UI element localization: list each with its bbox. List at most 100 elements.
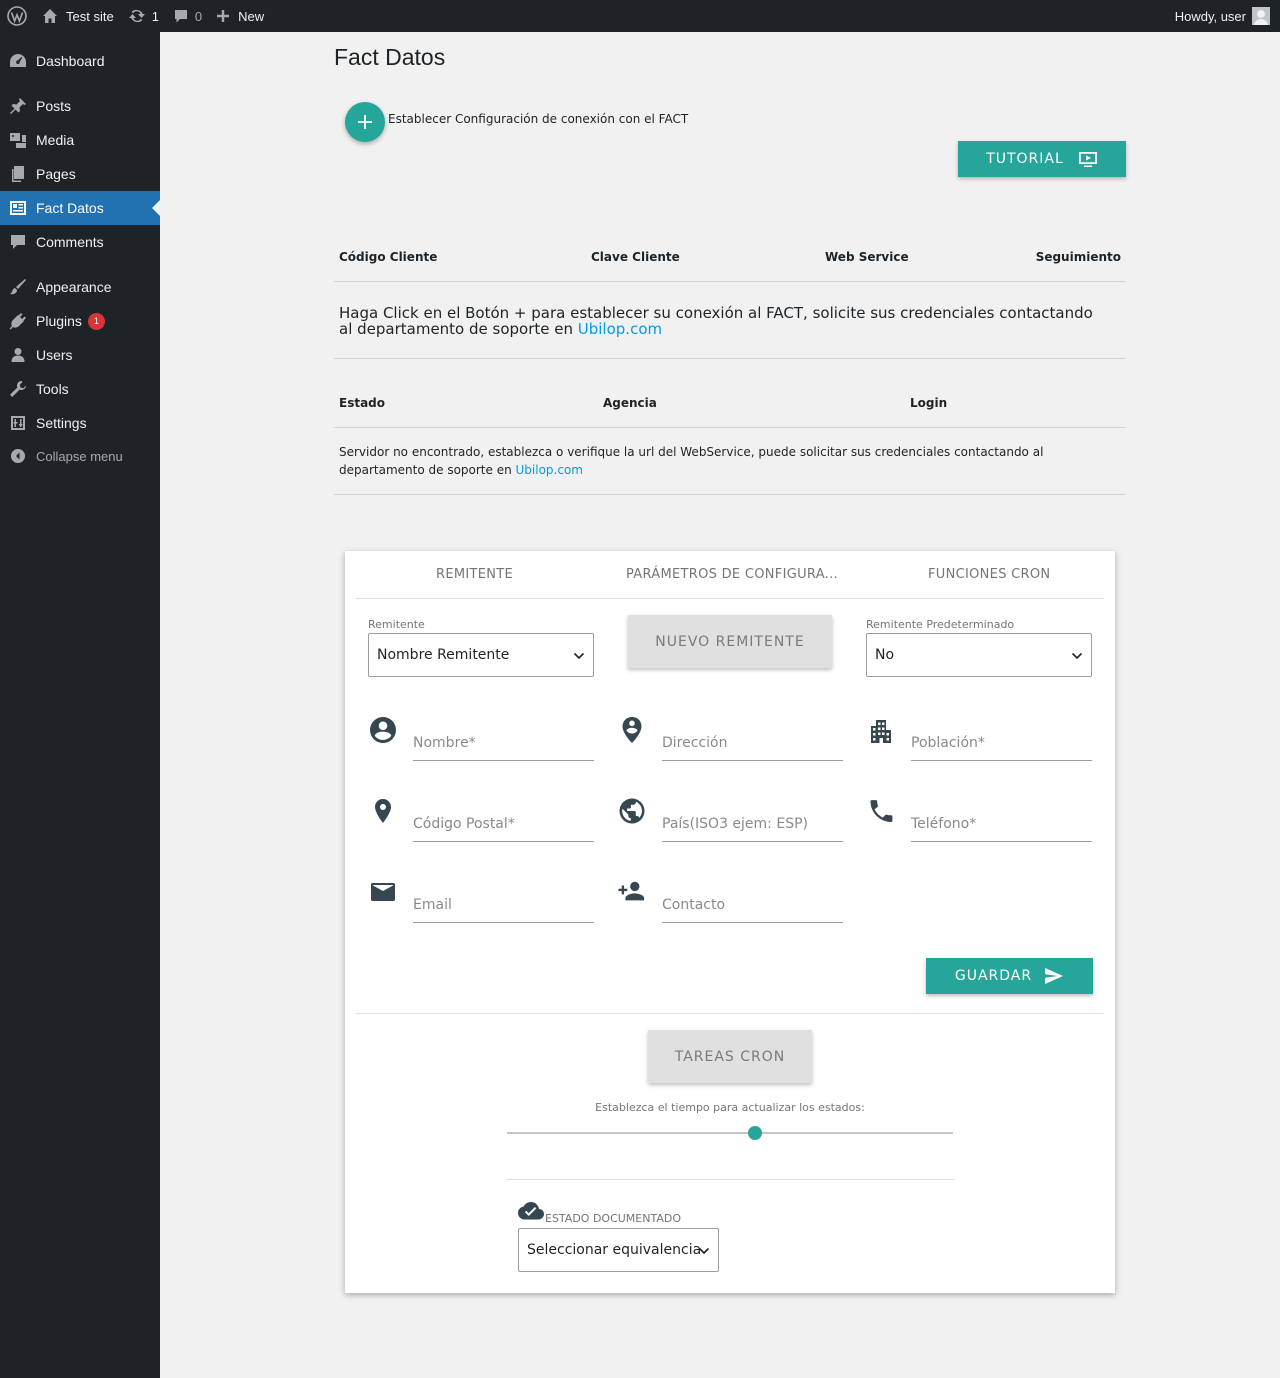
column-header: Login — [910, 396, 948, 410]
update-interval-slider[interactable] — [507, 1126, 953, 1140]
email-input[interactable] — [413, 887, 594, 913]
person-add-icon — [618, 878, 646, 906]
wordpress-logo-icon[interactable] — [0, 0, 35, 32]
sidebar-item-label: Tools — [36, 381, 69, 397]
section-divider — [356, 1013, 1104, 1014]
column-header: Agencia — [603, 396, 657, 410]
sidebar-item-posts[interactable]: Posts — [0, 89, 160, 123]
person-pin-icon — [618, 716, 646, 744]
new-content-link[interactable]: New — [209, 0, 271, 32]
howdy-text: Howdy, user — [1174, 8, 1246, 24]
globe-icon — [618, 797, 646, 825]
sidebar-item-label: Media — [36, 132, 75, 148]
contacto-field[interactable] — [662, 887, 843, 923]
codigo-postal-field[interactable] — [413, 806, 594, 842]
add-connection-button[interactable] — [345, 102, 385, 142]
sidebar-item-media[interactable]: Media — [0, 123, 160, 157]
telefono-input[interactable] — [911, 806, 1092, 832]
sidebar-item-fact-datos[interactable]: Fact Datos — [0, 191, 160, 225]
dashboard-icon — [0, 52, 36, 70]
estado-documentado-label: ESTADO DOCUMENTADO — [545, 1212, 681, 1225]
pais-field[interactable] — [662, 806, 843, 842]
codigo-postal-input[interactable] — [413, 806, 594, 832]
slider-divider — [506, 1179, 954, 1180]
slider-label: Establezca el tiempo para actualizar los… — [595, 1101, 865, 1114]
remitente-label: Remitente — [368, 618, 425, 631]
media-icon — [0, 131, 36, 149]
remitente-select[interactable]: Nombre Remitente — [368, 633, 594, 677]
plugins-update-badge: 1 — [87, 312, 105, 330]
server-message-text: Servidor no encontrado, establezca o ver… — [339, 445, 1044, 477]
sidebar-item-label: Posts — [36, 98, 72, 114]
comments-link[interactable]: 0 — [166, 0, 209, 32]
sidebar-item-tools[interactable]: Tools — [0, 372, 160, 406]
pages-icon — [0, 165, 36, 183]
sidebar-item-plugins[interactable]: Plugins 1 — [0, 304, 160, 338]
comment-icon — [0, 233, 36, 251]
telefono-field[interactable] — [911, 806, 1092, 842]
tab-parametros[interactable]: PARÁMETROS DE CONFIGURA... — [626, 567, 838, 582]
slider-thumb[interactable] — [747, 1126, 762, 1140]
updates-icon — [128, 7, 146, 25]
collapse-arrow-icon — [0, 448, 36, 464]
email-envelope-icon — [369, 878, 397, 906]
sidebar-item-label: Plugins — [36, 313, 82, 329]
plus-icon — [216, 9, 230, 23]
tutorial-label: TUTORIAL — [986, 151, 1064, 167]
tareas-cron-button[interactable]: TAREAS CRON — [648, 1030, 812, 1083]
pais-input[interactable] — [662, 806, 843, 832]
direccion-input[interactable] — [662, 725, 843, 751]
account-circle-icon — [369, 716, 397, 744]
phone-icon — [867, 797, 895, 825]
updates-count: 1 — [151, 8, 159, 24]
poblacion-field[interactable] — [911, 725, 1092, 761]
email-field[interactable] — [413, 887, 594, 923]
remitente-predeterminado-value: No — [875, 647, 895, 663]
collapse-menu-button[interactable]: Collapse menu — [0, 439, 160, 473]
contacto-input[interactable] — [662, 887, 843, 913]
sidebar-item-label: Fact Datos — [36, 200, 104, 216]
cloud-done-icon — [518, 1201, 544, 1221]
guardar-button[interactable]: GUARDAR — [926, 958, 1093, 994]
nombre-field[interactable] — [413, 725, 594, 761]
table-divider — [334, 281, 1126, 282]
sidebar-item-label: Settings — [36, 415, 87, 431]
plugin-icon — [0, 312, 36, 330]
sidebar-item-label: Users — [36, 347, 73, 363]
brush-icon — [0, 278, 36, 296]
add-connection-label: Establecer Configuración de conexión con… — [388, 112, 689, 126]
remitente-predeterminado-select[interactable]: No — [866, 633, 1092, 677]
remitente-value: Nombre Remitente — [377, 647, 510, 663]
sidebar-item-comments[interactable]: Comments — [0, 225, 160, 259]
sidebar-item-settings[interactable]: Settings — [0, 406, 160, 440]
sidebar-item-pages[interactable]: Pages — [0, 157, 160, 191]
settings-icon — [0, 414, 36, 432]
sidebar-item-appearance[interactable]: Appearance — [0, 270, 160, 304]
updates-link[interactable]: 1 — [121, 0, 166, 32]
admin-bar: Test site 1 0 New Howdy, user — [0, 0, 1280, 32]
send-icon — [1032, 967, 1064, 985]
ubilop-link[interactable]: Ubilop.com — [516, 463, 583, 477]
sidebar-item-dashboard[interactable]: Dashboard — [0, 44, 160, 78]
ubilop-link[interactable]: Ubilop.com — [578, 320, 662, 338]
id-card-icon — [0, 199, 36, 217]
tab-remitente[interactable]: REMITENTE — [436, 567, 513, 582]
direccion-field[interactable] — [662, 725, 843, 761]
nuevo-remitente-button[interactable]: NUEVO REMITENTE — [628, 615, 832, 668]
sidebar-item-users[interactable]: Users — [0, 338, 160, 372]
comment-bubble-icon — [173, 8, 189, 24]
nombre-input[interactable] — [413, 725, 594, 751]
tab-funciones-cron[interactable]: FUNCIONES CRON — [928, 567, 1050, 582]
remitente-predeterminado-label: Remitente Predeterminado — [866, 618, 1015, 631]
site-name: Test site — [66, 8, 114, 24]
poblacion-input[interactable] — [911, 725, 1092, 751]
connection-message-text: Haga Click en el Botón + para establecer… — [339, 304, 1093, 338]
column-header: Seguimiento — [1035, 250, 1121, 264]
site-name-link[interactable]: Test site — [35, 0, 121, 32]
my-account[interactable]: Howdy, user — [1175, 0, 1280, 32]
sidebar-item-label: Pages — [36, 166, 76, 182]
tutorial-button[interactable]: TUTORIAL — [958, 141, 1126, 177]
collapse-menu-label: Collapse menu — [36, 448, 123, 464]
server-message: Servidor no encontrado, establezca o ver… — [339, 443, 1109, 479]
estado-documentado-select[interactable]: Seleccionar equivalencia — [518, 1228, 719, 1272]
